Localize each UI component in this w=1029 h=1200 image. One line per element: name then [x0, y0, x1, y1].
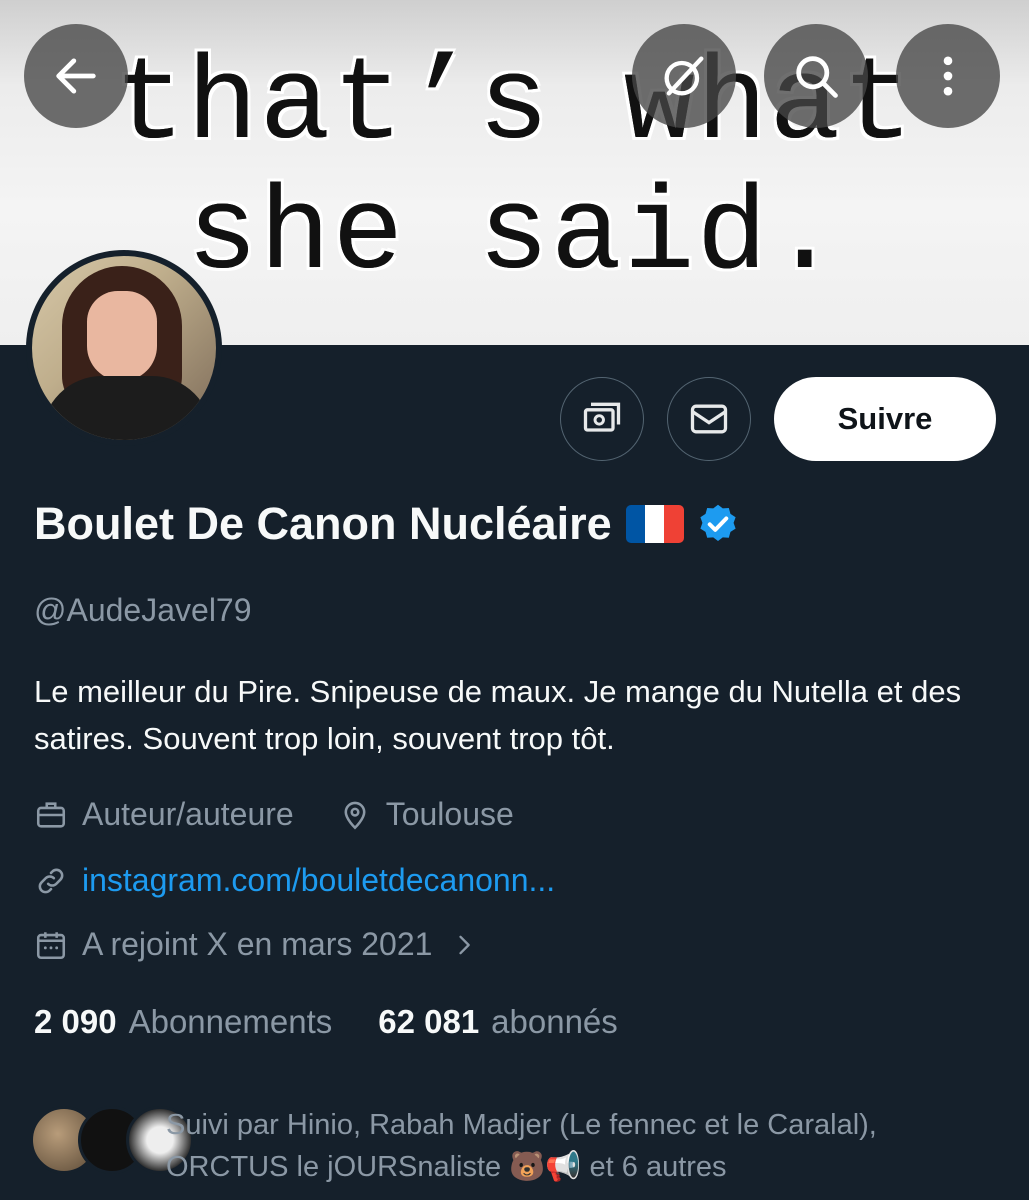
arrow-left-icon [56, 58, 96, 94]
envelope-icon [690, 404, 728, 434]
followed-by-line-2: ORCTUS le jOURSnaliste 🐻📢 et 6 autres [166, 1151, 727, 1183]
location-pin-icon [344, 801, 366, 830]
profile-meta-row: Auteur/auteure Toulouse [34, 796, 514, 833]
profession-text: Auteur/auteure [82, 796, 294, 832]
following-label: Abonnements [128, 1003, 333, 1040]
follow-button[interactable]: Suivre [774, 377, 996, 461]
grok-icon [664, 56, 704, 96]
message-button[interactable] [667, 377, 751, 461]
profile-bio: Le meilleur du Pire. Snipeuse de maux. J… [34, 674, 962, 756]
website-row[interactable]: instagram.com/bouletdecanonn... [34, 862, 555, 899]
profile-stats: 2 090 Abonnements 62 081 abonnés [34, 1003, 618, 1041]
calendar-icon [36, 931, 66, 959]
back-button[interactable] [24, 24, 128, 128]
grok-button[interactable] [632, 24, 736, 128]
more-button[interactable] [896, 24, 1000, 128]
chevron-right-icon [459, 935, 471, 954]
money-icon [583, 402, 621, 432]
joined-text: A rejoint X en mars 2021 [82, 926, 433, 962]
display-name: Boulet De Canon Nucléaire [34, 498, 612, 549]
followed-by-text[interactable]: Suivi par Hinio, Rabah Madjer (Le fennec… [166, 1104, 1006, 1188]
followers-label: abonnés [491, 1003, 618, 1040]
france-flag-icon [625, 505, 684, 543]
website-link[interactable]: instagram.com/bouletdecanonn... [82, 862, 555, 899]
profile-handle: @AudeJavel79 [34, 592, 252, 628]
link-icon [38, 868, 64, 893]
search-button[interactable] [764, 24, 868, 128]
profile-name-row: Boulet De Canon Nucléaire [34, 498, 740, 550]
location-text: Toulouse [385, 796, 514, 832]
followers-count: 62 081 [378, 1003, 480, 1040]
avatar[interactable] [26, 250, 222, 446]
briefcase-icon [36, 801, 66, 828]
joined-row[interactable]: A rejoint X en mars 2021 [34, 926, 492, 963]
verified-badge-icon[interactable] [696, 502, 740, 546]
tip-button[interactable] [560, 377, 644, 461]
followers-stat[interactable]: 62 081 abonnés [378, 1003, 618, 1041]
following-stat[interactable]: 2 090 Abonnements [34, 1003, 332, 1041]
followed-by-line-1: Suivi par Hinio, Rabah Madjer (Le fennec… [166, 1109, 877, 1141]
banner-text-line-1: that’s what [114, 40, 915, 173]
following-count: 2 090 [34, 1003, 117, 1040]
more-vertical-icon [943, 56, 953, 96]
search-icon [796, 56, 838, 98]
